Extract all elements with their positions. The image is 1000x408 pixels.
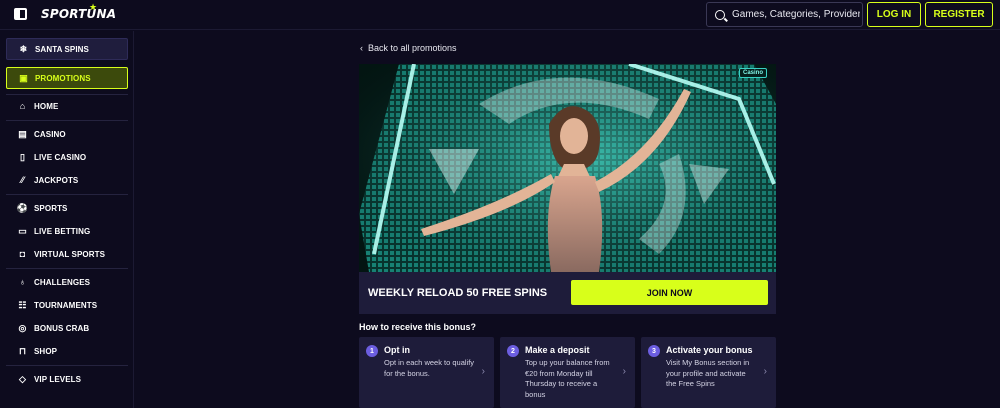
ball-icon: ⚽ bbox=[16, 202, 29, 213]
promo-bar: WEEKLY RELOAD 50 FREE SPINS JOIN NOW bbox=[359, 272, 776, 314]
sidebar-item-tournaments[interactable]: ☷ TOURNAMENTS bbox=[6, 294, 128, 316]
trophy-icon: ♁ bbox=[19, 276, 26, 287]
sidebar-item-label: LIVE BETTING bbox=[34, 226, 91, 236]
chevron-left-icon: ‹ bbox=[360, 43, 363, 53]
tv-icon: ▭ bbox=[18, 225, 27, 236]
step-description: Top up your balance from €20 from Monday… bbox=[525, 358, 610, 399]
sidebar-item-label: SPORTS bbox=[34, 203, 68, 213]
step-number: 3 bbox=[648, 345, 660, 357]
sidebar-divider bbox=[6, 194, 128, 195]
sidebar-item-label: JACKPOTS bbox=[34, 175, 79, 185]
join-now-button[interactable]: JOIN NOW bbox=[571, 280, 768, 305]
search-icon bbox=[715, 9, 725, 20]
sidebar-item-label: SANTA SPINS bbox=[35, 44, 89, 54]
step-title: Opt in bbox=[384, 345, 410, 355]
sidebar-item-challenges[interactable]: ♁ CHALLENGES bbox=[6, 271, 128, 293]
chevron-right-icon: › bbox=[763, 366, 767, 377]
sidebar-item-label: TOURNAMENTS bbox=[34, 300, 98, 310]
search-box[interactable] bbox=[706, 2, 863, 27]
search-input[interactable] bbox=[732, 9, 860, 20]
category-badge: Casino bbox=[738, 68, 767, 78]
sidebar-item-vip-levels[interactable]: ◇ VIP LEVELS bbox=[6, 368, 128, 390]
sidebar-item-bonus-crab[interactable]: ◎ BONUS CRAB bbox=[6, 317, 128, 339]
back-link-label: Back to all promotions bbox=[368, 43, 457, 53]
steps-list: 1 Opt in Opt in each week to qualify for… bbox=[359, 337, 776, 408]
login-button[interactable]: LOG IN bbox=[867, 2, 921, 27]
snowflake-icon: ❄ bbox=[19, 43, 28, 54]
logo-star-icon: ★ bbox=[89, 2, 98, 12]
step-description: Visit My Bonus section in your profile a… bbox=[666, 358, 750, 388]
step-card[interactable]: 1 Opt in Opt in each week to qualify for… bbox=[359, 337, 494, 408]
chevron-right-icon: › bbox=[481, 366, 485, 377]
sidebar-divider bbox=[6, 365, 128, 366]
sidebar-divider bbox=[6, 120, 128, 121]
promo-title: WEEKLY RELOAD 50 FREE SPINS bbox=[368, 287, 548, 299]
sidebar-item-label: CASINO bbox=[34, 129, 66, 139]
sidebar-toggle-icon[interactable] bbox=[14, 8, 27, 20]
sidebar-item-promotions[interactable]: ▣ PROMOTIONS bbox=[6, 67, 128, 89]
step-number: 1 bbox=[366, 345, 378, 357]
sidebar-item-label: VIP LEVELS bbox=[34, 374, 82, 384]
people-icon: ☷ bbox=[18, 299, 27, 310]
how-to-title: How to receive this bonus? bbox=[359, 322, 477, 332]
sidebar-item-label: BONUS CRAB bbox=[34, 323, 90, 333]
jackpot-icon: ⁄⁄ bbox=[20, 174, 25, 185]
sidebar-item-label: LIVE CASINO bbox=[34, 152, 87, 162]
step-card[interactable]: 3 Activate your bonus Visit My Bonus sec… bbox=[641, 337, 776, 408]
sidebar-item-jackpots[interactable]: ⁄⁄ JACKPOTS bbox=[6, 169, 128, 191]
gift-icon: ▣ bbox=[19, 72, 28, 83]
sidebar-item-santa-spins[interactable]: ❄ SANTA SPINS bbox=[6, 38, 128, 60]
step-title: Make a deposit bbox=[525, 345, 590, 355]
step-title: Activate your bonus bbox=[666, 345, 753, 355]
sidebar-item-virtual-sports[interactable]: ◘ VIRTUAL SPORTS bbox=[6, 243, 128, 265]
bag-icon: ⊓ bbox=[18, 345, 27, 356]
top-bar: SPORTUNA ★ LOG IN REGISTER bbox=[0, 0, 1000, 30]
claw-icon: ◎ bbox=[18, 322, 27, 333]
sidebar-item-label: PROMOTIONS bbox=[35, 73, 91, 83]
back-link[interactable]: ‹ Back to all promotions bbox=[360, 43, 457, 53]
promo-hero-image: Casino bbox=[359, 64, 776, 272]
step-card[interactable]: 2 Make a deposit Top up your balance fro… bbox=[500, 337, 635, 408]
home-icon: ⌂ bbox=[19, 100, 26, 111]
controller-icon: ◘ bbox=[19, 248, 26, 259]
sidebar-item-label: VIRTUAL SPORTS bbox=[34, 249, 106, 259]
sidebar-item-label: CHALLENGES bbox=[34, 277, 91, 287]
sidebar: ❄ SANTA SPINS ▣ PROMOTIONS ⌂ HOME ▤ CASI… bbox=[0, 31, 134, 408]
sidebar-item-sports[interactable]: ⚽ SPORTS bbox=[6, 197, 128, 219]
sidebar-item-live-casino[interactable]: ▯ LIVE CASINO bbox=[6, 146, 128, 168]
hero-artwork bbox=[359, 64, 776, 272]
sidebar-item-home[interactable]: ⌂ HOME bbox=[6, 95, 128, 117]
sidebar-item-casino[interactable]: ▤ CASINO bbox=[6, 123, 128, 145]
chevron-right-icon: › bbox=[622, 366, 626, 377]
phone-icon: ▯ bbox=[19, 151, 26, 162]
step-description: Opt in each week to qualify for the bonu… bbox=[384, 358, 475, 378]
sidebar-item-live-betting[interactable]: ▭ LIVE BETTING bbox=[6, 220, 128, 242]
slot-icon: ▤ bbox=[18, 128, 27, 139]
sidebar-divider bbox=[6, 268, 128, 269]
step-number: 2 bbox=[507, 345, 519, 357]
sidebar-item-label: HOME bbox=[34, 101, 59, 111]
sidebar-item-label: SHOP bbox=[34, 346, 58, 356]
register-button[interactable]: REGISTER bbox=[925, 2, 993, 27]
sidebar-item-shop[interactable]: ⊓ SHOP bbox=[6, 340, 128, 362]
logo[interactable]: SPORTUNA bbox=[41, 7, 116, 21]
diamond-icon: ◇ bbox=[18, 373, 27, 384]
